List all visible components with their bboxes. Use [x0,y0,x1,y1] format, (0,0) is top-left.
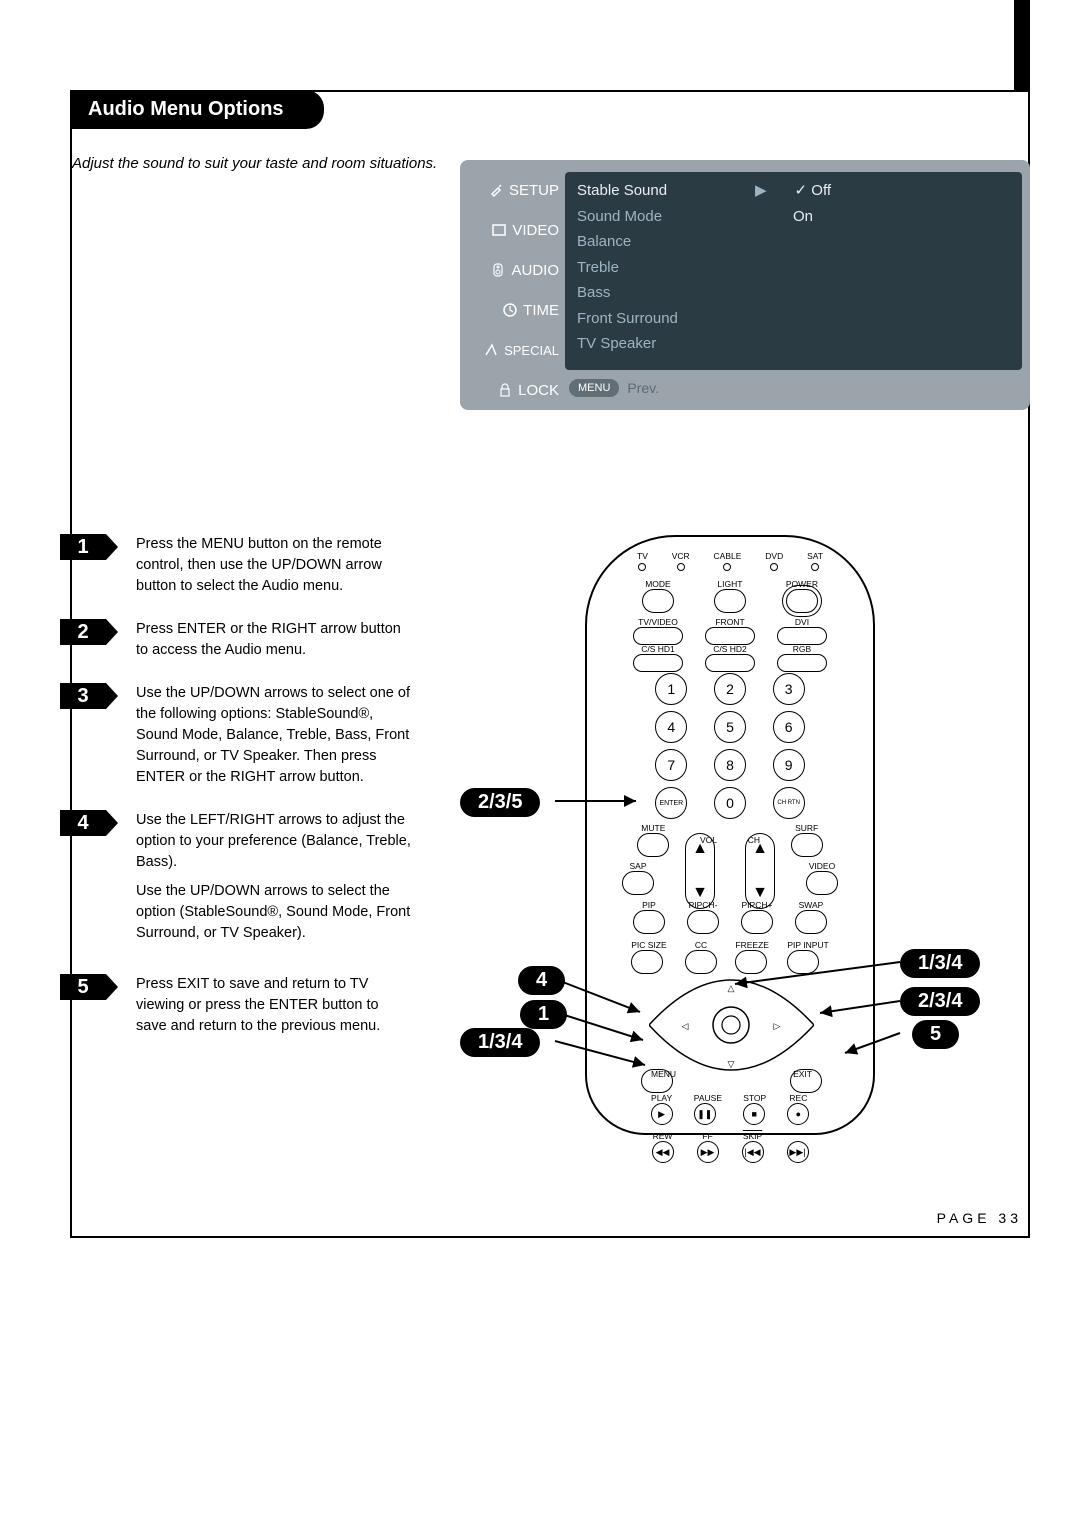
tab-audio[interactable]: AUDIO [468,252,563,288]
tab-lock[interactable]: LOCK [468,372,563,408]
section-title-ribbon: Audio Menu Options [70,90,324,129]
intro-text: Adjust the sound to suit your taste and … [72,155,437,172]
tab-video[interactable]: VIDEO [468,212,563,248]
menu-item-balance[interactable]: Balance [577,229,1010,255]
osd-tabs: SETUP VIDEO AUDIO TIME SPECIAL LOCK [468,172,563,412]
callout-up: 1/3/4 [900,949,980,978]
callout-exit: 5 [912,1020,959,1049]
step-badge: 2 [60,619,106,645]
osd-options: Stable Sound▶✓ Off Sound ModeOn Balance … [565,172,1022,370]
menu-item-tv-speaker[interactable]: TV Speaker [577,331,1010,357]
menu-item-stable-sound[interactable]: Stable Sound▶✓ Off [577,178,1010,204]
callout-lines [450,525,1030,1145]
edge-tab [1014,0,1030,90]
menu-item-front-surround[interactable]: Front Surround [577,306,1010,332]
callout-right: 2/3/4 [900,987,980,1016]
remote-diagram: TV VCR CABLE DVD SAT MODE LIGHT POWER TV… [450,525,1030,1145]
chevron-right-icon: ▶ [747,178,775,204]
menu-item-bass[interactable]: Bass [577,280,1010,306]
video-icon [491,222,507,238]
instruction-steps: 1 Press the MENU button on the remote co… [60,534,412,1059]
step-4: 4 Use the LEFT/RIGHT arrows to adjust th… [60,810,412,944]
step-badge: 3 [60,683,106,709]
callout-odot: 4 [518,966,565,995]
setup-icon [488,182,504,198]
tab-setup[interactable]: SETUP [468,172,563,208]
step-badge: 1 [60,534,106,560]
special-icon [483,342,499,358]
tab-special[interactable]: SPECIAL [468,332,563,368]
step-5: 5 Press EXIT to save and return to TV vi… [60,974,412,1037]
callout-menu: 1/3/4 [460,1028,540,1057]
tab-time[interactable]: TIME [468,292,563,328]
step-3: 3 Use the UP/DOWN arrows to select one o… [60,683,412,788]
lock-icon [497,382,513,398]
menu-pill: MENU [569,379,619,397]
step-2: 2 Press ENTER or the RIGHT arrow button … [60,619,412,661]
step-badge: 4 [60,810,106,836]
menu-item-treble[interactable]: Treble [577,255,1010,281]
step-badge: 5 [60,974,106,1000]
time-icon [502,302,518,318]
osd-menu: SETUP VIDEO AUDIO TIME SPECIAL LOCK Stab… [460,160,1030,410]
menu-item-sound-mode[interactable]: Sound ModeOn [577,204,1010,230]
osd-footer: MENU Prev. [569,379,659,397]
callout-left: 1 [520,1000,567,1029]
step-1: 1 Press the MENU button on the remote co… [60,534,412,597]
callout-enter: 2/3/5 [460,788,540,817]
audio-icon [490,262,506,278]
page-number: PAGE 33 [937,1210,1022,1226]
footer-prev: Prev. [627,380,659,396]
